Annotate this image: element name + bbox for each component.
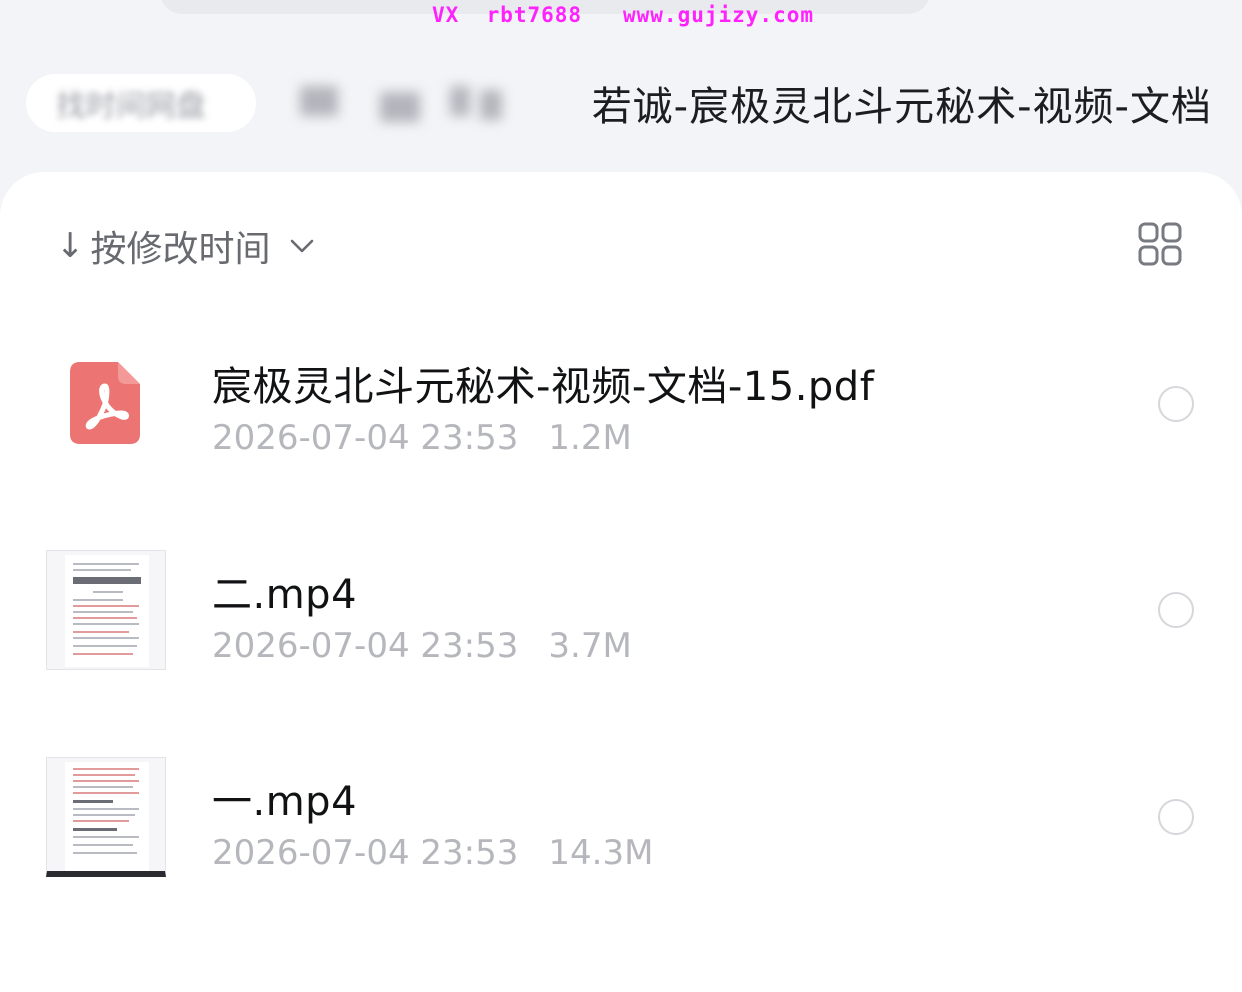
sort-direction-icon: ↓ <box>56 226 85 266</box>
breadcrumb-root-label: 找时间网盘 <box>56 89 206 124</box>
file-name: 宸极灵北斗元秘术-视频-文档-15.pdf <box>212 364 875 410</box>
video-thumbnail <box>46 757 166 877</box>
select-radio[interactable] <box>1158 386 1194 422</box>
file-name: 二.mp4 <box>212 572 358 618</box>
sort-selector[interactable]: ↓ 按修改时间 <box>56 220 317 272</box>
file-meta: 2026-07-04 23:53 1.2M <box>212 418 632 458</box>
file-date: 2026-07-04 23:53 <box>212 626 519 666</box>
file-row[interactable]: 二.mp4 2026-07-04 23:53 3.7M <box>0 550 1242 700</box>
file-size: 1.2M <box>548 418 632 458</box>
file-date: 2026-07-04 23:53 <box>212 418 519 458</box>
breadcrumb-blurred-segment <box>380 92 420 122</box>
breadcrumb-blurred-segment <box>450 86 470 116</box>
sort-label: 按修改时间 <box>90 229 271 270</box>
pdf-icon <box>70 362 140 444</box>
file-meta: 2026-07-04 23:53 3.7M <box>212 626 632 666</box>
breadcrumb-root[interactable]: 找时间网盘 <box>26 74 256 132</box>
file-name: 一.mp4 <box>212 779 358 825</box>
file-date: 2026-07-04 23:53 <box>212 833 519 873</box>
file-size: 3.7M <box>548 626 632 666</box>
breadcrumb-current-folder: 若诚-宸极灵北斗元秘术-视频-文档 <box>591 84 1212 130</box>
breadcrumb-blurred-segment <box>300 86 338 116</box>
file-row[interactable]: 宸极灵北斗元秘术-视频-文档-15.pdf 2026-07-04 23:53 1.… <box>0 354 1242 504</box>
file-meta: 2026-07-04 23:53 14.3M <box>212 833 653 873</box>
file-size: 14.3M <box>548 833 654 873</box>
video-thumbnail <box>46 550 166 670</box>
grid-view-icon[interactable] <box>1138 222 1182 266</box>
watermark: VX rbt7688 www.gujizy.com <box>432 3 815 27</box>
select-radio[interactable] <box>1158 592 1194 628</box>
file-row[interactable]: 一.mp4 2026-07-04 23:53 14.3M <box>0 757 1242 907</box>
breadcrumb-blurred-segment <box>480 90 502 120</box>
breadcrumb: 找时间网盘 若诚-宸极灵北斗元秘术-视频-文档 <box>0 56 1242 148</box>
chevron-down-icon <box>290 239 313 253</box>
select-radio[interactable] <box>1158 799 1194 835</box>
